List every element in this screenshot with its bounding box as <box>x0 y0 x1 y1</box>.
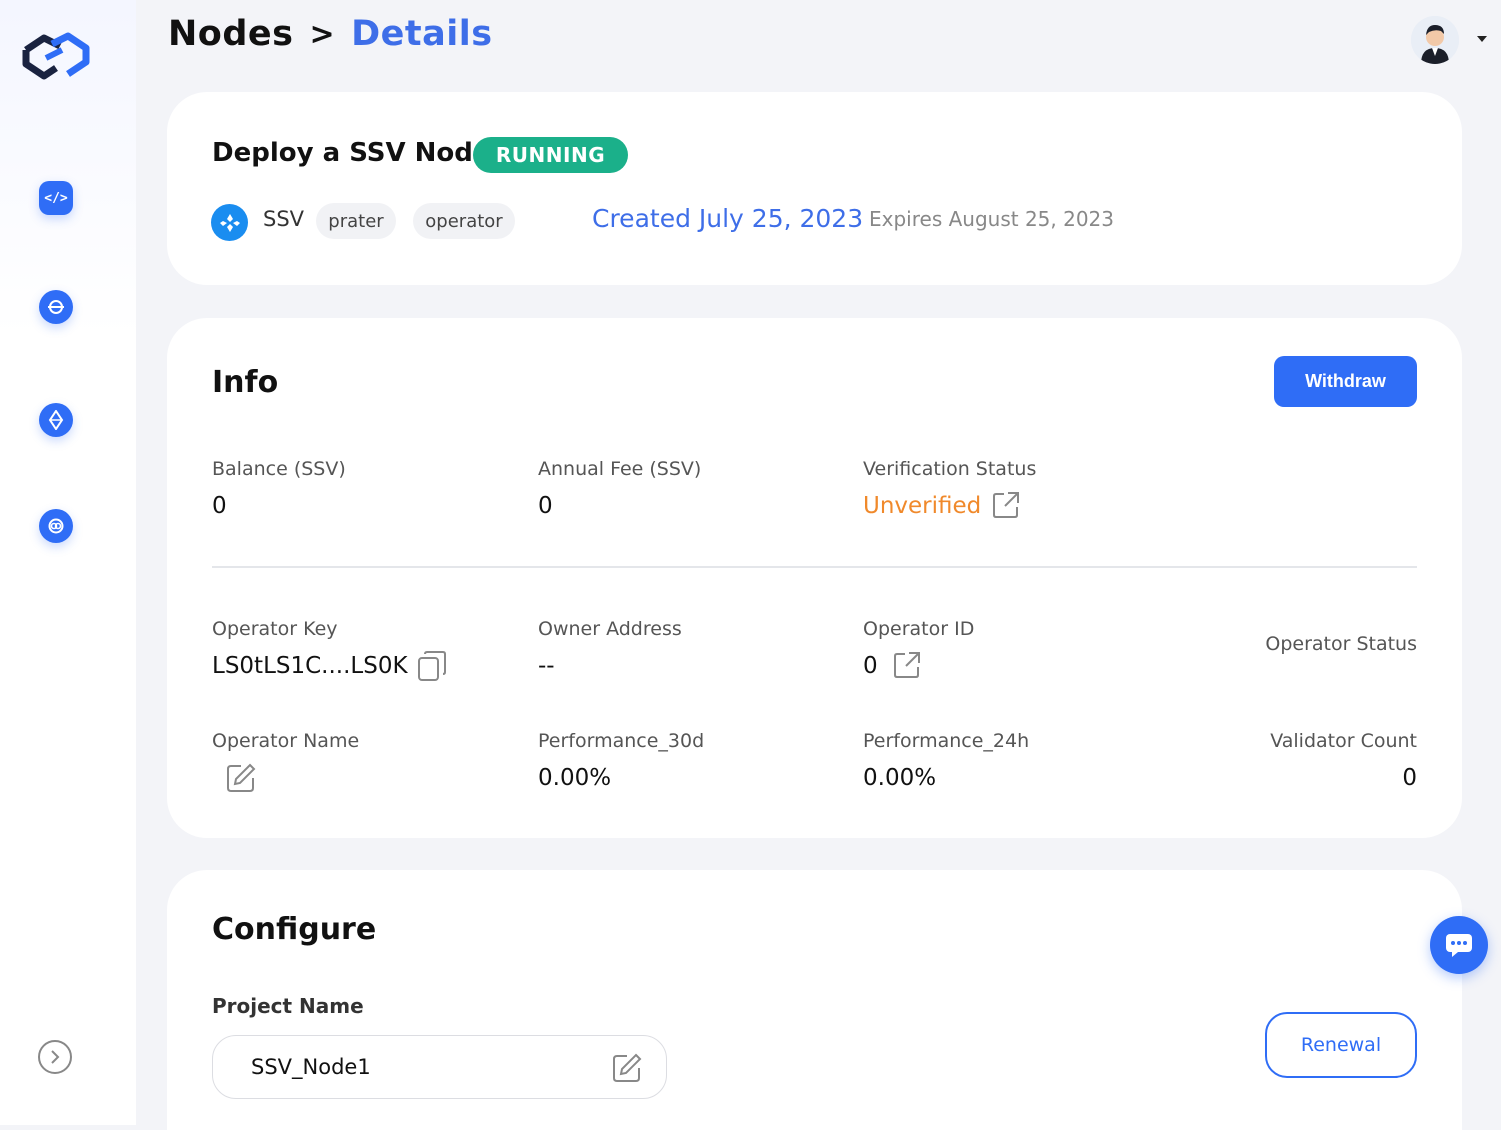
operator-status-label: Operator Status <box>1265 633 1417 655</box>
operator-id-label: Operator ID <box>863 618 975 640</box>
sidebar: </> <box>0 0 136 1125</box>
annual-fee-label: Annual Fee (SSV) <box>538 458 702 480</box>
chevron-down-icon[interactable] <box>1477 36 1487 42</box>
deploy-card: Deploy a SSV Node RUNNING SSV prater ope… <box>167 92 1462 285</box>
performance-24h-value: 0.00% <box>863 765 937 791</box>
sidebar-item-network[interactable] <box>39 290 73 324</box>
created-date: Created July 25, 2023 <box>592 204 864 233</box>
ssv-icon <box>211 204 248 241</box>
validator-count-value: 0 <box>1402 765 1417 791</box>
edit-icon[interactable] <box>611 1052 643 1084</box>
edit-icon[interactable] <box>225 762 257 794</box>
breadcrumb-root[interactable]: Nodes <box>168 14 293 54</box>
verification-status-label: Verification Status <box>863 458 1037 480</box>
copy-icon[interactable] <box>417 650 447 682</box>
operator-key-label: Operator Key <box>212 618 338 640</box>
project-name-label: Project Name <box>212 994 364 1018</box>
tag-role: operator <box>413 203 515 239</box>
status-badge: RUNNING <box>473 137 628 173</box>
performance-30d-value: 0.00% <box>538 765 612 791</box>
info-card: Info Withdraw Balance (SSV) 0 Annual Fee… <box>167 318 1462 838</box>
breadcrumb-separator: > <box>309 16 336 52</box>
link-icon <box>48 518 64 534</box>
balance-label: Balance (SSV) <box>212 458 346 480</box>
sidebar-item-ethereum[interactable] <box>39 403 73 437</box>
expires-date: Expires August 25, 2023 <box>869 207 1114 231</box>
configure-title: Configure <box>212 912 377 947</box>
user-avatar[interactable] <box>1411 16 1459 64</box>
operator-id-value: 0 <box>863 653 878 679</box>
breadcrumb: Nodes > Details <box>168 14 493 54</box>
network-icon <box>48 300 64 314</box>
sidebar-item-link[interactable] <box>39 509 73 543</box>
project-name-value: SSV_Node1 <box>251 1055 371 1079</box>
performance-24h-label: Performance_24h <box>863 730 1030 752</box>
renewal-button[interactable]: Renewal <box>1265 1012 1417 1078</box>
ethereum-icon <box>48 410 64 430</box>
chat-icon <box>1446 934 1472 957</box>
validator-count-label: Validator Count <box>1270 730 1417 752</box>
operator-key-value: LS0tLS1C....LS0K <box>212 653 408 679</box>
code-icon: </> <box>44 190 68 206</box>
owner-address-label: Owner Address <box>538 618 682 640</box>
external-link-icon[interactable] <box>991 490 1021 520</box>
tag-network: prater <box>316 203 396 239</box>
breadcrumb-current: Details <box>351 14 493 54</box>
network-label: SSV <box>263 207 305 231</box>
avatar-icon <box>1411 16 1459 64</box>
sidebar-item-code[interactable]: </> <box>39 181 73 215</box>
external-link-icon[interactable] <box>892 650 922 680</box>
project-name-field[interactable]: SSV_Node1 <box>212 1035 667 1099</box>
info-title: Info <box>212 365 279 400</box>
node-title: Deploy a SSV Node <box>212 138 491 168</box>
sidebar-collapse-button[interactable] <box>38 1040 72 1074</box>
balance-value: 0 <box>212 493 227 519</box>
operator-name-label: Operator Name <box>212 730 360 752</box>
chevron-right-icon <box>51 1050 60 1064</box>
verification-status-value: Unverified <box>863 493 982 519</box>
configure-card: Configure Project Name SSV_Node1 Renewal <box>167 870 1462 1130</box>
annual-fee-value: 0 <box>538 493 553 519</box>
withdraw-button[interactable]: Withdraw <box>1274 356 1417 407</box>
performance-30d-label: Performance_30d <box>538 730 705 752</box>
divider <box>212 566 1417 568</box>
chat-button[interactable] <box>1430 916 1488 974</box>
app-logo-icon[interactable] <box>16 28 96 84</box>
owner-address-value: -- <box>538 653 555 679</box>
